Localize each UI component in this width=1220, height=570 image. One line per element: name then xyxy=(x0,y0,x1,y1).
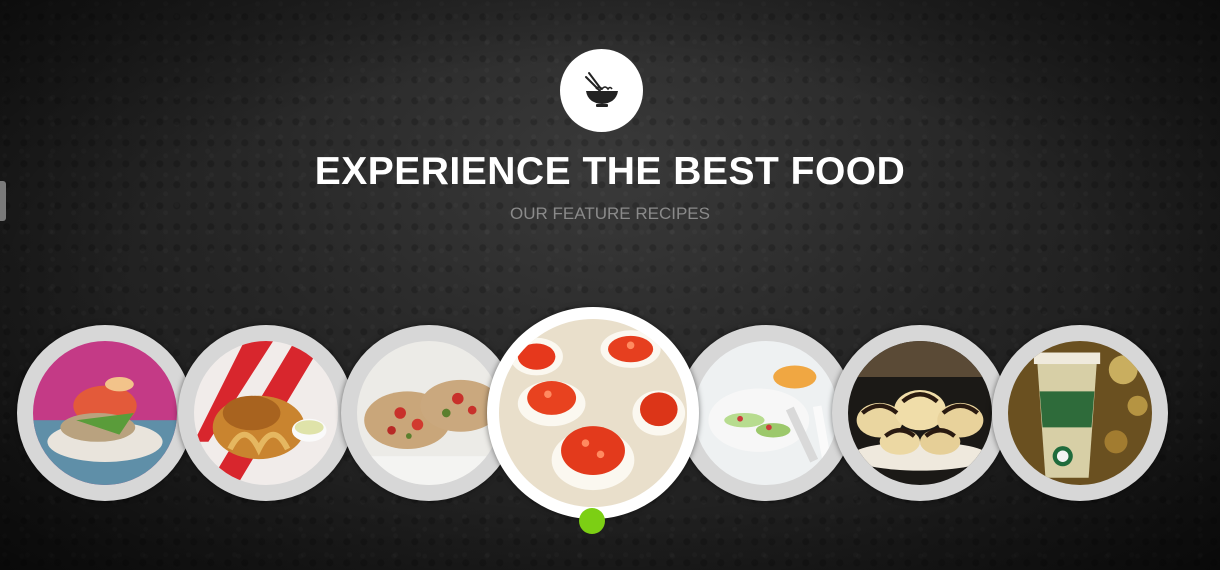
recipe-image xyxy=(1008,341,1152,485)
recipe-image xyxy=(694,341,838,485)
recipe-image xyxy=(194,341,338,485)
recipe-carousel xyxy=(0,0,1220,570)
recipe-thumb-caviar-eggs-active[interactable] xyxy=(487,307,699,519)
recipe-thumb-seafood-tower[interactable] xyxy=(17,325,193,501)
recipe-thumb-coffee-cup[interactable] xyxy=(992,325,1168,501)
recipe-thumb-chocolate-pastries[interactable] xyxy=(832,325,1008,501)
recipe-thumb-fried-clams-fries[interactable] xyxy=(178,325,354,501)
recipe-image xyxy=(357,341,501,485)
recipe-image xyxy=(33,341,177,485)
recipe-thumb-caviar-eggs[interactable] xyxy=(678,325,854,501)
recipe-image xyxy=(848,341,992,485)
active-indicator-dot xyxy=(579,508,605,534)
recipe-image xyxy=(499,319,687,507)
